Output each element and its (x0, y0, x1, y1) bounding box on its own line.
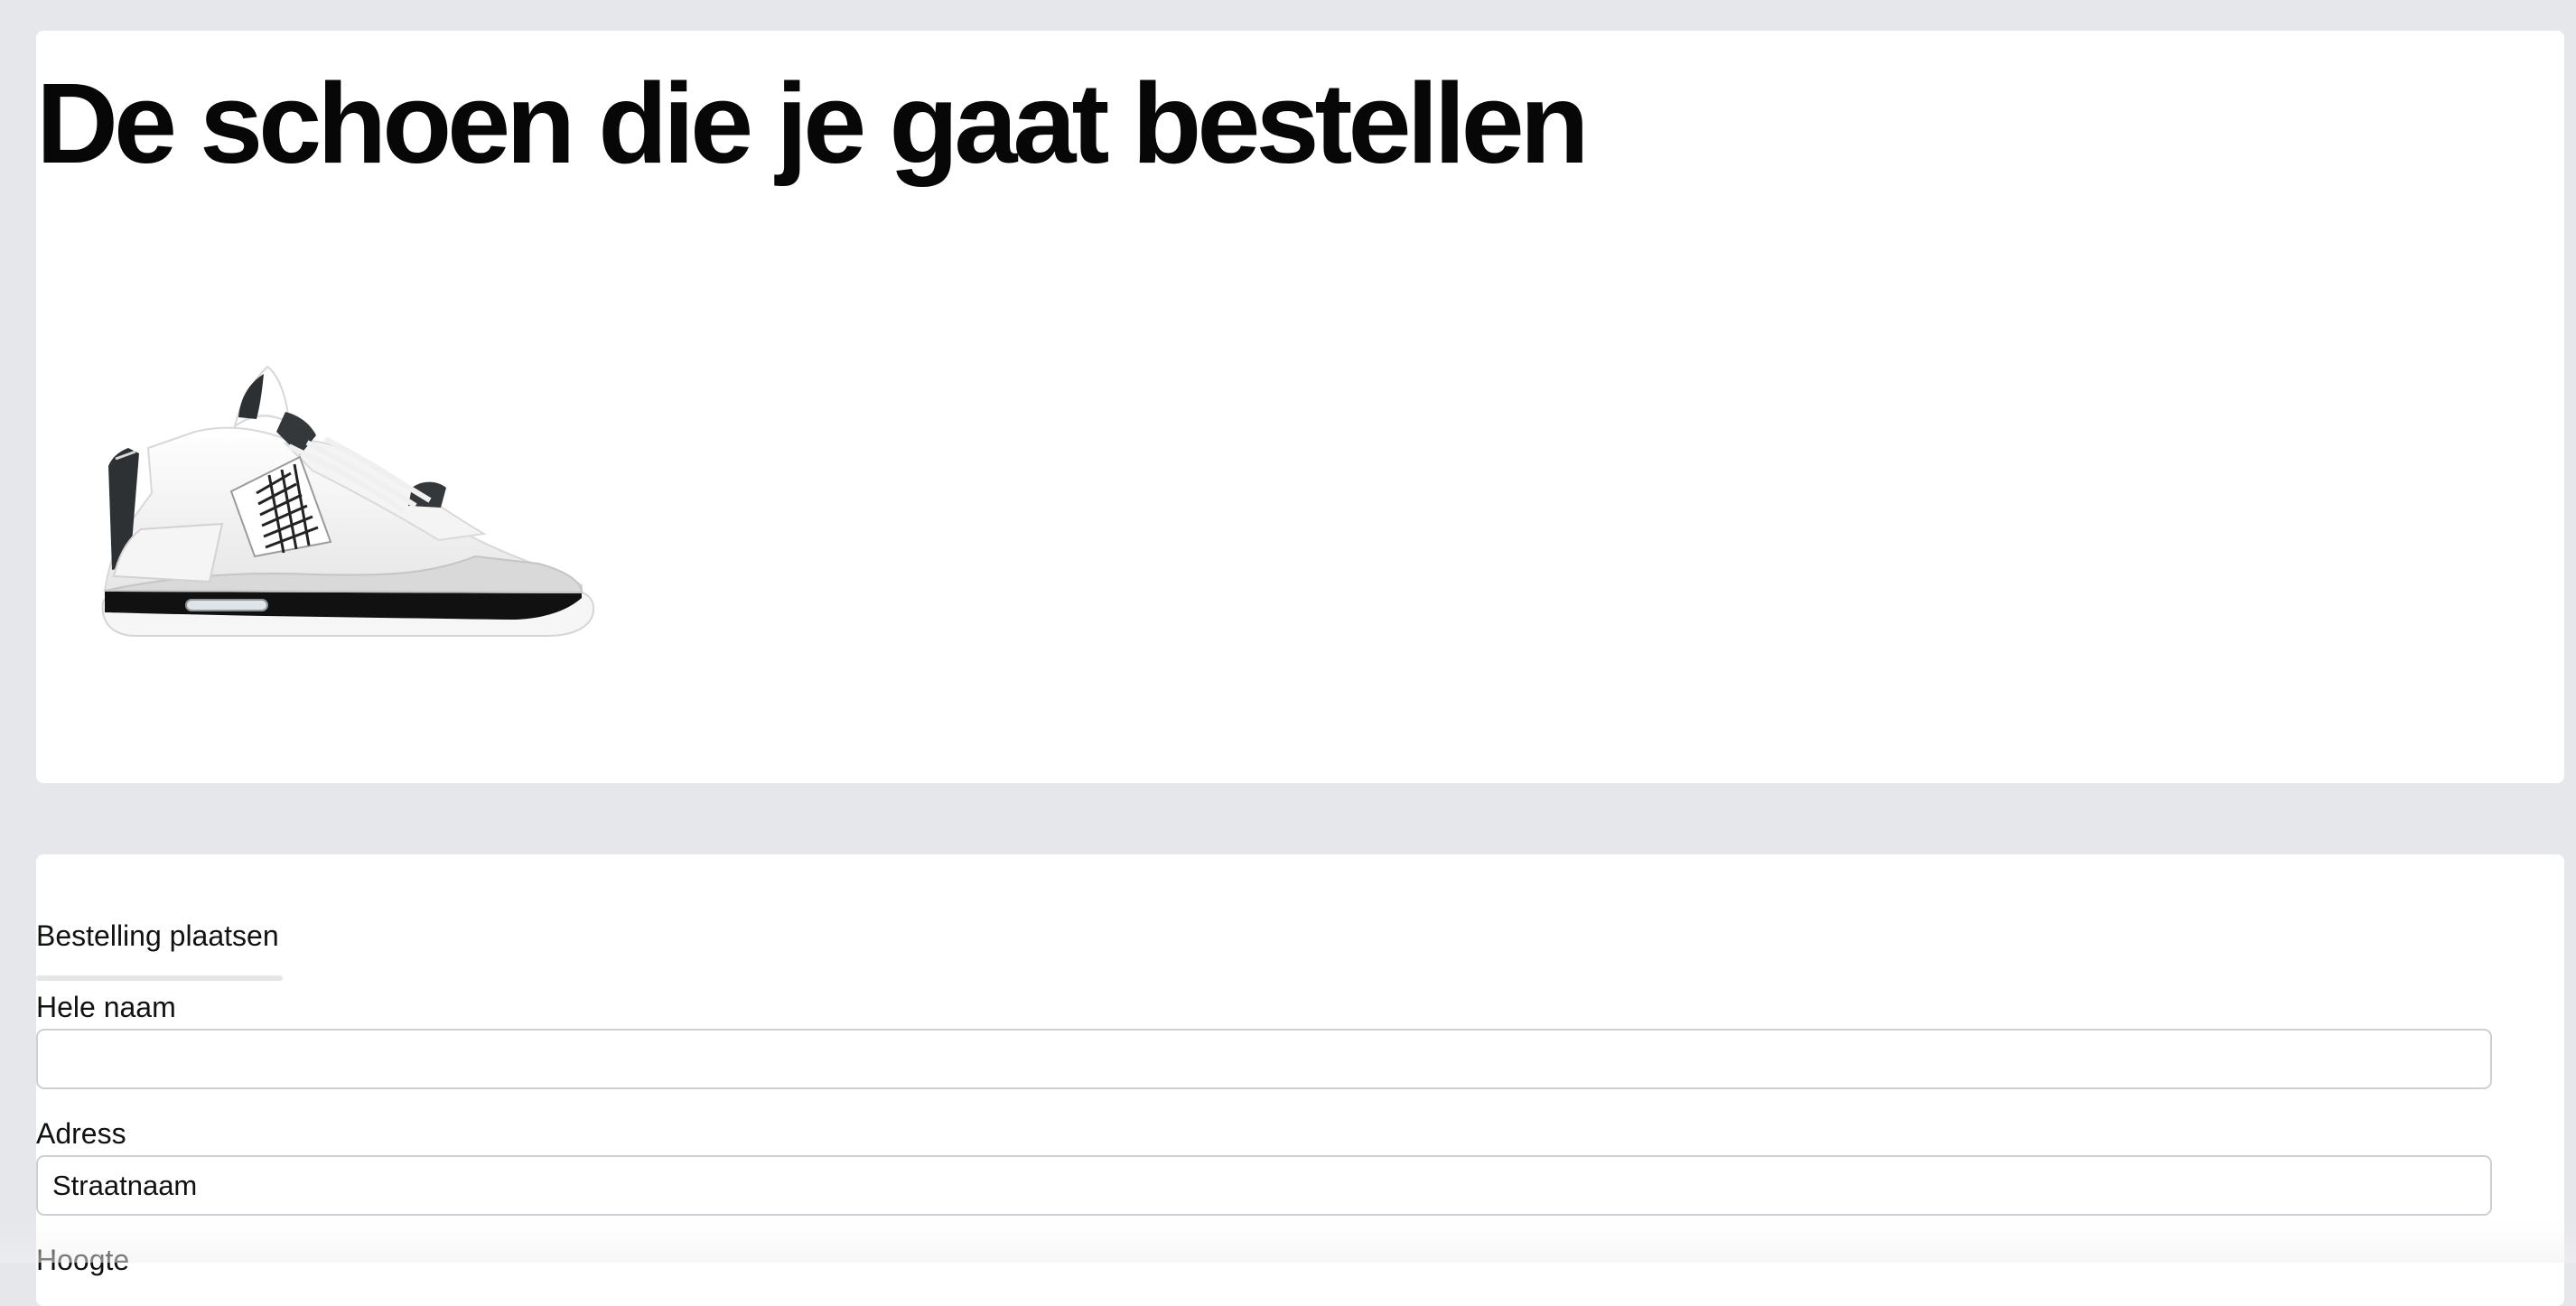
address-input[interactable] (36, 1155, 2492, 1216)
full-name-label: Hele naam (36, 991, 176, 1023)
sneaker-image (101, 365, 595, 637)
full-name-input[interactable] (36, 1029, 2492, 1089)
form-section-title: Bestelling plaatsen (36, 919, 279, 952)
house-number-label: Hoogte (36, 1244, 130, 1276)
page-title: De schoen die je gaat bestellen (36, 60, 1590, 187)
section-underline (36, 975, 283, 981)
address-label: Adress (36, 1117, 126, 1150)
